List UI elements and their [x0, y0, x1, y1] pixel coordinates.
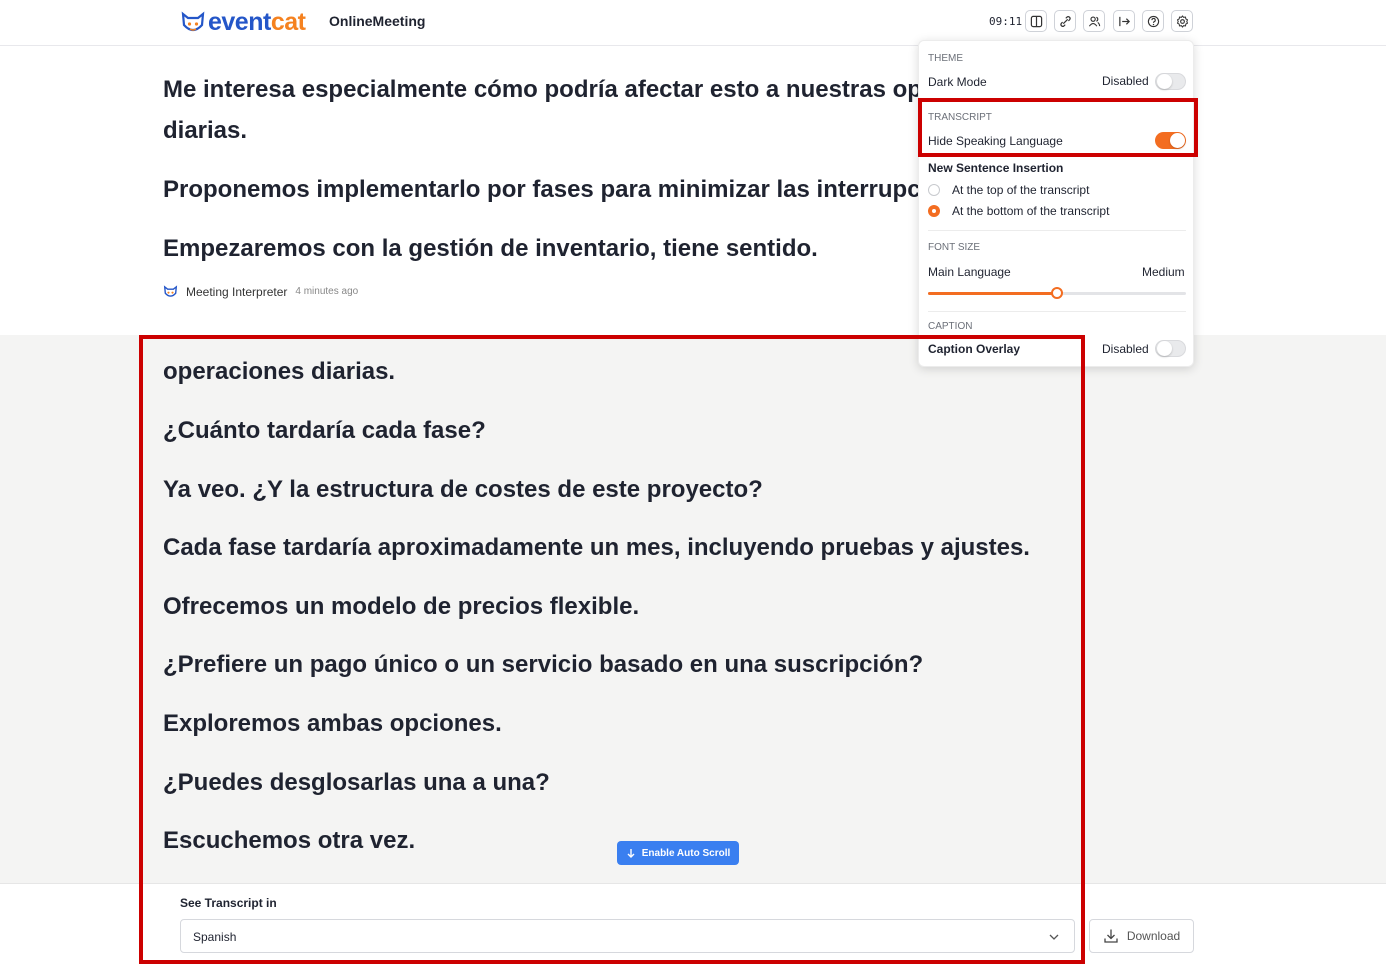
- caption-overlay-toggle[interactable]: [1155, 340, 1186, 357]
- main-language-size: Medium: [1142, 265, 1185, 279]
- caption-overlay-label: Caption Overlay: [928, 342, 1021, 356]
- speaker-info: Meeting Interpreter 4 minutes ago: [163, 284, 358, 299]
- font-size-slider[interactable]: [928, 287, 1186, 299]
- help-button[interactable]: [1142, 10, 1164, 32]
- caption-section-title: CAPTION: [928, 321, 973, 332]
- transcript-line: ¿Puedes desglosarlas una a una?: [163, 769, 550, 796]
- settings-icon: [1176, 14, 1188, 28]
- transcript-line: Ofrecemos un modelo de precios flexible.: [163, 593, 640, 620]
- split-view-icon: [1030, 15, 1042, 27]
- font-size-section-title: FONT SIZE: [928, 242, 981, 253]
- hide-speaking-language-label: Hide Speaking Language: [928, 134, 1063, 148]
- download-button[interactable]: Download: [1089, 919, 1194, 953]
- clock: 09:11: [989, 15, 1023, 28]
- divider: [928, 230, 1186, 231]
- help-icon: [1147, 15, 1159, 27]
- insertion-top-radio[interactable]: [928, 184, 940, 196]
- logo-text: eventcat: [208, 7, 306, 36]
- dark-mode-state: Disabled: [1102, 74, 1149, 88]
- sentence-insertion-label: New Sentence Insertion: [928, 161, 1064, 175]
- transcript-line: Empezaremos con la gestión de inventario…: [163, 235, 818, 262]
- transcript-line: Escuchemos otra vez.: [163, 827, 416, 854]
- slider-thumb[interactable]: [1051, 287, 1063, 299]
- transcript-line: Me interesa especialmente cómo podría af…: [163, 76, 1035, 103]
- dark-mode-toggle[interactable]: [1155, 73, 1186, 90]
- enable-auto-scroll-button[interactable]: Enable Auto Scroll: [617, 841, 739, 865]
- transcript-line: ¿Prefiere un pago único o un servicio ba…: [163, 651, 924, 678]
- eventcat-logo[interactable]: eventcat: [180, 7, 306, 36]
- auto-scroll-label: Enable Auto Scroll: [641, 847, 731, 859]
- theme-section-title: THEME: [928, 53, 963, 64]
- share-link-button[interactable]: [1054, 10, 1076, 32]
- transcript-section-title: TRANSCRIPT: [928, 112, 992, 123]
- insertion-top-label[interactable]: At the top of the transcript: [952, 183, 1089, 197]
- settings-button[interactable]: [1171, 10, 1193, 32]
- chevron-down-icon: [1049, 934, 1059, 940]
- caption-overlay-state: Disabled: [1102, 342, 1149, 356]
- users-icon: [1088, 15, 1100, 26]
- transcript-line: operaciones diarias.: [163, 358, 396, 385]
- transcript-line: Cada fase tardaría aproximadamente un me…: [163, 534, 1030, 561]
- speaker-avatar-icon: [163, 285, 178, 297]
- speaker-name: Meeting Interpreter: [186, 284, 288, 299]
- download-icon: [1104, 929, 1118, 943]
- insertion-bottom-label[interactable]: At the bottom of the transcript: [952, 204, 1109, 218]
- link-icon: [1059, 15, 1071, 27]
- download-label: Download: [1126, 929, 1181, 943]
- lower-transcript[interactable]: operaciones diarias. ¿Cuánto tardaría ca…: [0, 335, 1386, 883]
- transcript-line: Proponemos implementarlo por fases para …: [163, 176, 990, 203]
- settings-panel: THEME Dark Mode Disabled TRANSCRIPT Hide…: [918, 40, 1194, 367]
- divider: [928, 101, 1186, 102]
- selected-language: Spanish: [193, 930, 237, 944]
- participants-button[interactable]: [1083, 10, 1105, 32]
- dark-mode-label: Dark Mode: [928, 75, 987, 89]
- exit-button[interactable]: [1113, 10, 1135, 32]
- transcript-language-select[interactable]: Spanish: [180, 919, 1075, 953]
- main-language-label: Main Language: [928, 265, 1011, 279]
- arrow-down-icon: [627, 849, 635, 858]
- hide-speaking-language-toggle[interactable]: [1155, 132, 1186, 149]
- transcript-line: diarias.: [163, 117, 248, 144]
- transcript-line: ¿Cuánto tardaría cada fase?: [163, 417, 486, 444]
- split-view-button[interactable]: [1025, 10, 1047, 32]
- cat-logo-icon: [181, 11, 205, 32]
- insertion-bottom-radio[interactable]: [928, 205, 940, 217]
- see-transcript-label: See Transcript in: [180, 896, 277, 910]
- speaker-time: 4 minutes ago: [295, 286, 359, 297]
- footer-bar: See Transcript in Spanish Download: [0, 883, 1386, 967]
- divider: [928, 311, 1186, 312]
- app-name: OnlineMeeting: [329, 13, 426, 29]
- slider-fill: [928, 292, 1057, 295]
- exit-icon: [1118, 16, 1130, 26]
- transcript-line: Exploremos ambas opciones.: [163, 710, 502, 737]
- transcript-line: Ya veo. ¿Y la estructura de costes de es…: [163, 476, 763, 503]
